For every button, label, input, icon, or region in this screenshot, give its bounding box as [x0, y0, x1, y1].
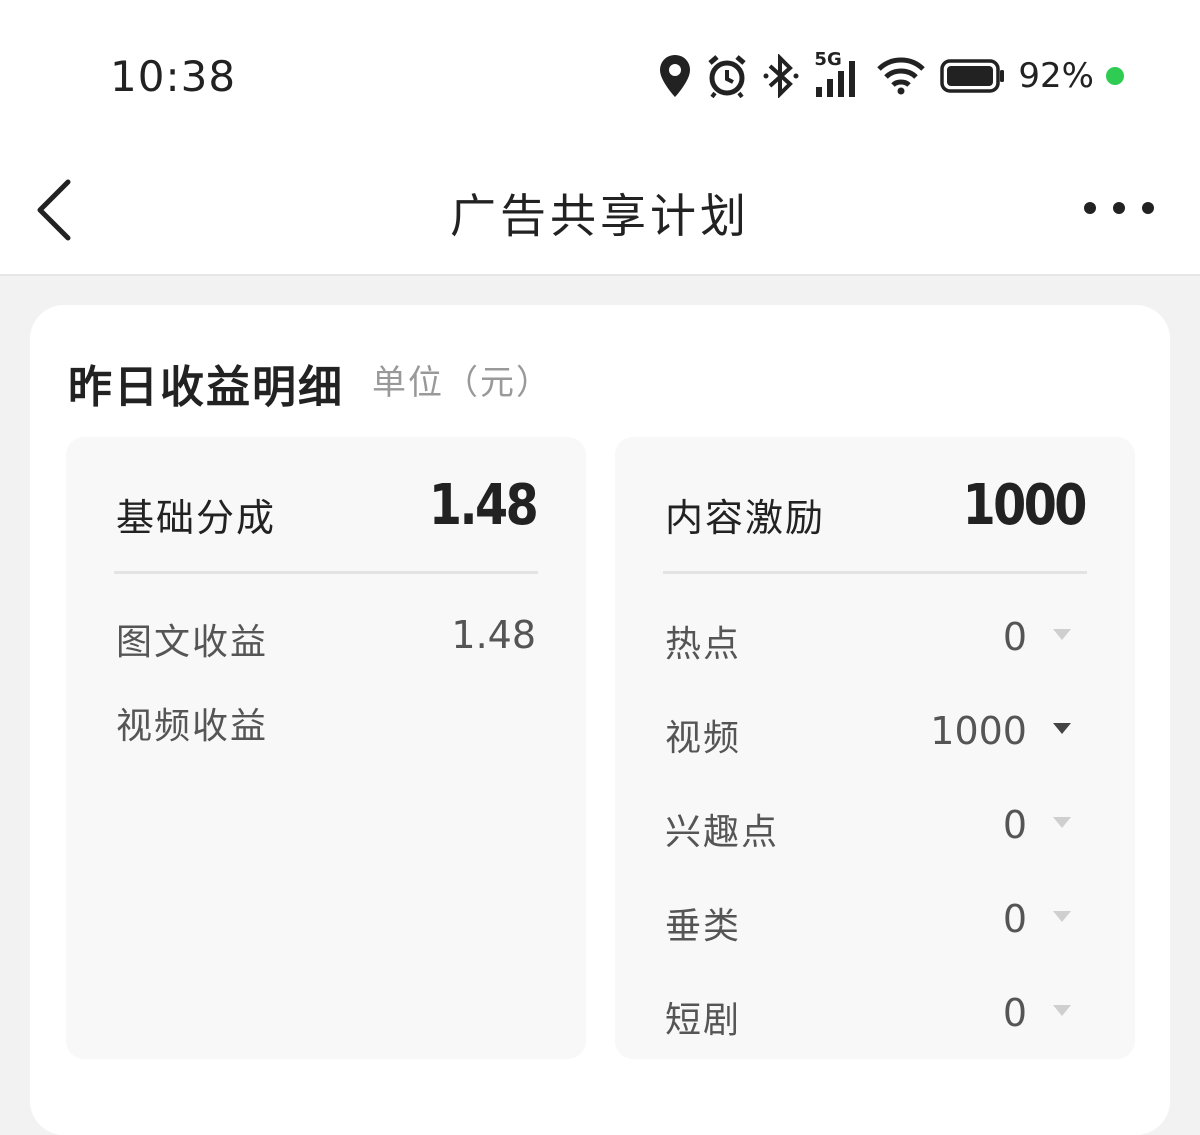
- nav-bar: 广告共享计划: [0, 150, 1200, 276]
- bluetooth-icon: [763, 54, 799, 98]
- signal-icon: 5G: [814, 49, 862, 99]
- chevron-down-icon[interactable]: [1053, 1005, 1071, 1016]
- row-label: 视频收益: [116, 706, 269, 747]
- more-dot: [1142, 202, 1154, 214]
- row-label: 图文收益: [116, 622, 269, 663]
- chevron-down-icon[interactable]: [1053, 911, 1071, 922]
- list-item: 视频收益: [116, 697, 536, 757]
- battery-percent: 92%: [1018, 56, 1094, 96]
- row-value: 0: [1002, 897, 1027, 941]
- divider: [114, 571, 538, 574]
- row-value: 0: [1002, 991, 1027, 1035]
- chevron-down-icon[interactable]: [1053, 723, 1071, 734]
- divider: [663, 571, 1087, 574]
- row-label: 短剧: [665, 1000, 742, 1041]
- alarm-icon: [708, 55, 747, 98]
- row-label: 视频: [665, 718, 742, 759]
- content-incentive-label: 内容激励: [665, 496, 826, 540]
- more-dot: [1113, 202, 1125, 214]
- basic-share-value: 1.48: [428, 473, 539, 538]
- card-unit: 单位（元）: [372, 363, 552, 403]
- battery-icon: [940, 59, 1005, 93]
- status-icons: 5G 92%: [658, 49, 1124, 102]
- basic-share-label: 基础分成: [116, 496, 277, 540]
- privacy-indicator-dot: [1106, 67, 1124, 85]
- status-bar: 10:38 5G 92%: [0, 0, 1200, 150]
- row-value: 1.48: [451, 613, 536, 657]
- basic-share-panel: 基础分成 1.48 图文收益 1.48 视频收益: [66, 437, 586, 1059]
- wifi-icon: [877, 57, 926, 95]
- row-value: 0: [1002, 803, 1027, 847]
- chevron-down-icon[interactable]: [1053, 629, 1071, 640]
- location-icon: [660, 55, 691, 97]
- status-time: 10:38: [110, 52, 237, 101]
- page-title: 广告共享计划: [450, 189, 750, 243]
- row-label: 垂类: [665, 906, 742, 947]
- content-incentive-value: 1000: [962, 473, 1088, 538]
- list-item[interactable]: 短剧 0: [665, 991, 1071, 1051]
- list-item[interactable]: 视频 1000: [665, 709, 1071, 769]
- list-item[interactable]: 兴趣点 0: [665, 803, 1071, 863]
- earnings-detail-card: 昨日收益明细 单位（元） 基础分成 1.48 图文收益 1.48 视频收益 内容…: [30, 305, 1170, 1135]
- row-label: 热点: [665, 624, 742, 665]
- row-label: 兴趣点: [665, 812, 780, 853]
- list-item[interactable]: 垂类 0: [665, 897, 1071, 957]
- list-item[interactable]: 热点 0: [665, 615, 1071, 675]
- more-options-button[interactable]: [1084, 190, 1154, 226]
- row-value: 0: [1002, 615, 1027, 659]
- content-incentive-panel: 内容激励 1000 热点 0 视频 1000 兴趣点 0 垂类 0 短剧 0: [615, 437, 1135, 1059]
- row-value: 1000: [930, 709, 1027, 753]
- chevron-down-icon[interactable]: [1053, 817, 1071, 828]
- more-dot: [1084, 202, 1096, 214]
- card-title: 昨日收益明细: [68, 362, 344, 413]
- list-item: 图文收益 1.48: [116, 613, 536, 673]
